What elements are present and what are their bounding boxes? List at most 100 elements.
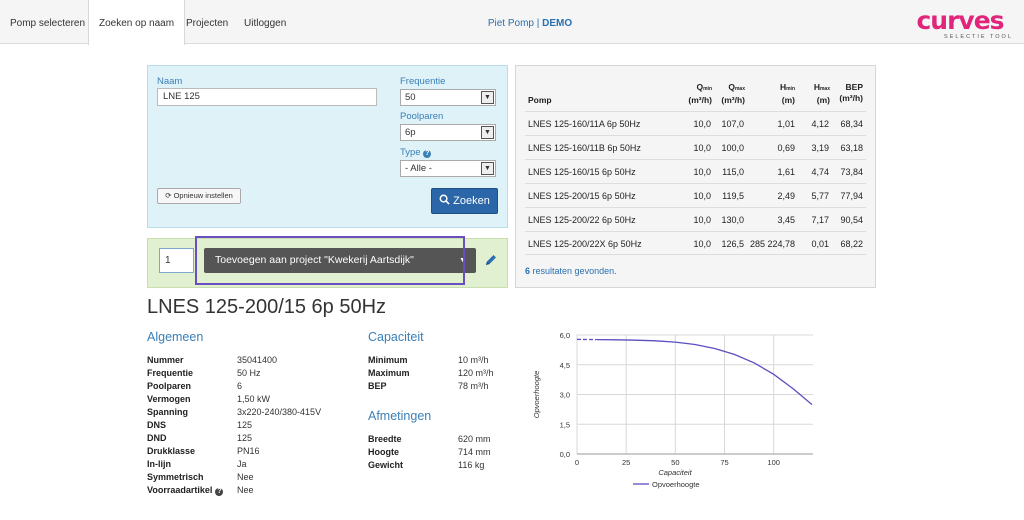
y-tick-label: 0,0 [560, 450, 570, 459]
cell-qmin: 10,0 [693, 191, 711, 201]
results-count-text: resultaten gevonden. [532, 266, 617, 276]
section-afmetingen-heading: Afmetingen [368, 409, 432, 423]
algemeen-item-value: 3x220-240/380-415V [237, 407, 322, 417]
cell-pomp: LNES 125-200/22X 6p 50Hz [528, 239, 642, 249]
algemeen-item-key: DND [147, 433, 167, 443]
cell-qmax: 107,0 [721, 119, 744, 129]
frequentie-select[interactable]: 50 ▼ [400, 89, 496, 106]
naam-label: Naam [157, 76, 183, 87]
afmetingen-item-key: Gewicht [368, 460, 404, 470]
cell-qmax: 130,0 [721, 215, 744, 225]
capaciteit-item-key: BEP [368, 381, 387, 391]
cell-bep: 77,94 [840, 191, 863, 201]
cell-qmax: 115,0 [722, 167, 744, 177]
cell-pomp: LNES 125-160/15 6p 50Hz [528, 167, 636, 177]
chevron-down-icon: ▼ [481, 162, 494, 175]
highlight-box [195, 236, 465, 285]
cell-pomp: LNES 125-200/22 6p 50Hz [528, 215, 636, 225]
capaciteit-item-value: 120 m³/h [458, 368, 494, 378]
poolparen-value: 6p [405, 127, 416, 138]
reset-label: Opnieuw instellen [173, 191, 233, 200]
cell-qmin: 10,0 [693, 119, 711, 129]
col-header-hmin: Hmin (m) [779, 82, 795, 105]
algemeen-item-value: PN16 [237, 446, 260, 456]
type-value: - Alle - [405, 163, 432, 174]
cell-hmin: 1,01 [777, 119, 795, 129]
table-row[interactable]: LNES 125-200/22 6p 50Hz 10,0 130,0 3,45 … [525, 207, 866, 231]
section-algemeen-heading: Algemeen [147, 330, 204, 344]
top-nav-bar: Pomp selecteren Zoeken op naam Projecten… [0, 0, 1024, 45]
capaciteit-item-key: Minimum [368, 355, 408, 365]
curves-logo[interactable]: curves SELECTIE TOOL [904, 8, 1016, 44]
frequentie-label: Frequentie [400, 76, 446, 87]
quantity-input[interactable]: 1 [159, 248, 194, 273]
cell-pomp: LNES 125-160/11B 6p 50Hz [528, 143, 641, 153]
algemeen-item-value: Ja [237, 459, 247, 469]
cell-qmin: 10,0 [693, 167, 711, 177]
algemeen-item-value: 50 Hz [237, 368, 261, 378]
afmetingen-item-key: Breedte [368, 434, 402, 444]
chevron-down-icon: ▼ [481, 91, 494, 104]
y-tick-label: 3,0 [560, 391, 570, 400]
section-capaciteit-heading: Capaciteit [368, 330, 424, 344]
algemeen-item-key: Spanning [147, 407, 188, 417]
capaciteit-item-key: Maximum [368, 368, 410, 378]
search-button[interactable]: Zoeken [431, 188, 498, 214]
frequentie-value: 50 [405, 92, 416, 103]
poolparen-label: Poolparen [400, 111, 444, 122]
cell-bep: 68,34 [840, 119, 863, 129]
table-row[interactable]: LNES 125-200/22X 6p 50Hz 10,0 126,5 285 … [525, 231, 866, 255]
logo-sub-text: SELECTIE TOOL [944, 34, 1013, 40]
tab-uitloggen[interactable]: Uitloggen [234, 0, 296, 44]
pump-title: LNES 125-200/15 6p 50Hz [147, 296, 387, 318]
algemeen-item-key: Drukklasse [147, 446, 196, 456]
pump-curve-chart: 0,0 1,5 3,0 4,5 6,0 0 25 50 75 100 Capaciteit Opvoe… [532, 331, 813, 489]
algemeen-item-value: Nee [237, 485, 254, 495]
cell-qmax: 126,5 [721, 239, 744, 249]
cell-hmin: 1,61 [777, 167, 795, 177]
algemeen-item-key: Vermogen [147, 394, 191, 404]
x-tick-label: 100 [767, 458, 780, 467]
algemeen-item-key: Frequentie [147, 368, 194, 378]
cell-bep: 73,84 [840, 167, 863, 177]
algemeen-item-key: Voorraadartikel? [147, 485, 224, 496]
table-row[interactable]: LNES 125-200/15 6p 50Hz 10,0 119,5 2,49 … [525, 183, 866, 207]
type-label-row: Type ? [400, 147, 432, 158]
user-name: Piet Pomp [487, 18, 534, 29]
afmetingen-item-value: 116 kg [458, 460, 485, 470]
poolparen-select[interactable]: 6p ▼ [400, 124, 496, 141]
x-tick-label: 50 [671, 458, 679, 467]
search-icon [439, 194, 450, 205]
table-row[interactable]: LNES 125-160/11B 6p 50Hz 10,0 100,0 0,69… [525, 135, 866, 159]
col-header-bep: BEP (m³/h) [839, 82, 863, 103]
cell-qmin: 10,0 [693, 215, 711, 225]
mode-label: DEMO [542, 18, 573, 29]
pencil-icon[interactable] [484, 253, 498, 267]
logo-main-text: curves [916, 6, 1004, 35]
tab-projecten[interactable]: Projecten [176, 0, 238, 44]
cell-qmax: 119,5 [722, 191, 744, 201]
algemeen-item-key: In-lijn [147, 459, 171, 469]
help-icon[interactable]: ? [215, 488, 224, 496]
col-header-pomp: Pomp [528, 95, 552, 105]
algemeen-item-value: 125 [237, 420, 253, 430]
cell-qmin: 10,0 [693, 239, 711, 249]
cell-bep: 68,22 [840, 239, 863, 249]
table-row[interactable]: LNES 125-160/11A 6p 50Hz 10,0 107,0 1,01… [525, 111, 866, 135]
algemeen-item-key: DNS [147, 420, 167, 430]
algemeen-item-value: 35041400 [237, 355, 278, 365]
afmetingen-item-key: Hoogte [368, 447, 399, 457]
reset-button[interactable]: ⟳ Opnieuw instellen [157, 188, 241, 204]
tab-zoeken-op-naam[interactable]: Zoeken op naam [88, 0, 186, 45]
table-row[interactable]: LNES 125-160/15 6p 50Hz 10,0 115,0 1,61 … [525, 159, 866, 183]
naam-input[interactable]: LNE 125 [157, 88, 377, 106]
type-select[interactable]: - Alle - ▼ [400, 160, 496, 177]
tab-pomp-selecteren[interactable]: Pomp selecteren [0, 0, 95, 44]
help-icon[interactable]: ? [423, 150, 432, 158]
capaciteit-item-value: 10 m³/h [458, 355, 489, 365]
algemeen-item-value: 125 [237, 433, 253, 443]
user-separator: | [536, 18, 540, 29]
algemeen-item-value: 6 [237, 381, 243, 391]
afmetingen-item-value: 620 mm [458, 434, 491, 444]
cell-hmin: 0,69 [777, 143, 795, 153]
